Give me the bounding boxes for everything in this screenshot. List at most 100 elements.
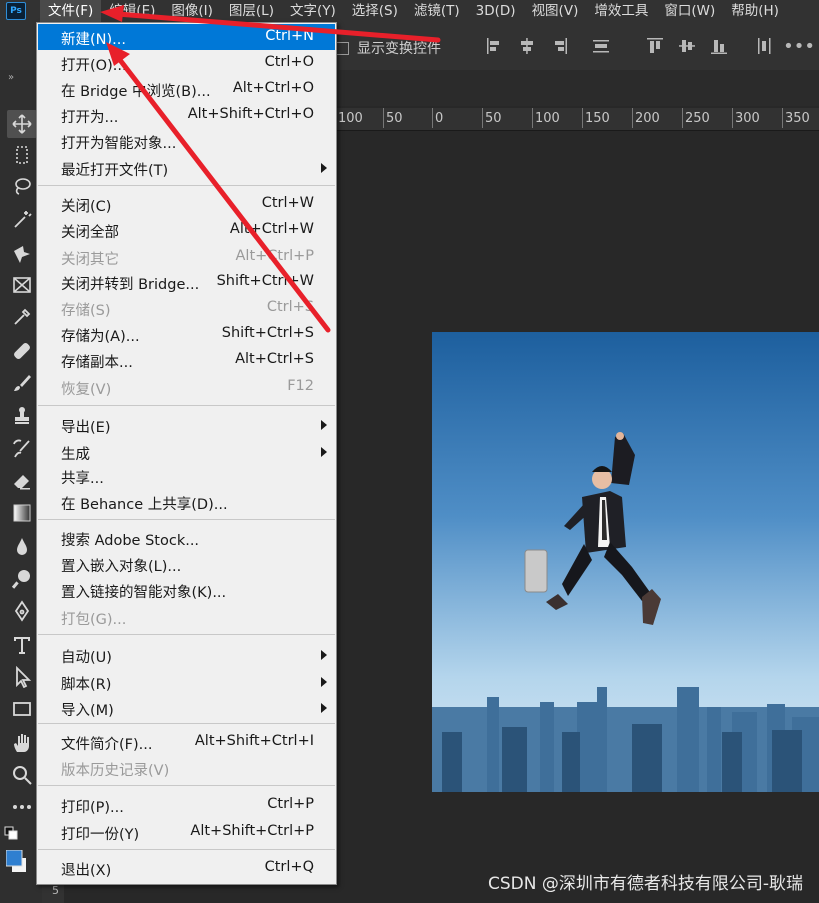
menu-item-automate[interactable]: 自动(U) <box>38 642 335 668</box>
menu-type[interactable]: 文字(Y) <box>282 0 344 22</box>
blur-tool-icon[interactable] <box>11 536 33 558</box>
pen-tool-icon[interactable] <box>11 600 33 622</box>
menu-item-generate[interactable]: 生成 <box>38 439 335 465</box>
ruler-tick: 300 <box>732 108 760 128</box>
zoom-tool-icon[interactable] <box>11 764 33 786</box>
align-top-edges-icon[interactable] <box>646 36 664 56</box>
menu-item-file-info[interactable]: 文件简介(F)... Alt+Shift+Ctrl+I <box>38 729 335 755</box>
menu-separator <box>38 785 335 786</box>
document-canvas-image[interactable] <box>432 332 819 792</box>
magic-wand-tool-icon[interactable] <box>11 208 33 230</box>
menu-item-browse-in-bridge[interactable]: 在 Bridge 中浏览(B)... Alt+Ctrl+O <box>38 76 335 102</box>
marquee-tool-icon[interactable] <box>11 144 33 166</box>
more-options-icon[interactable]: ••• <box>783 36 815 57</box>
dodge-tool-icon[interactable] <box>11 568 33 590</box>
menu-separator <box>38 519 335 520</box>
menu-item-close-and-go-to-bridge[interactable]: 关闭并转到 Bridge... Shift+Ctrl+W <box>38 269 335 295</box>
menu-help[interactable]: 帮助(H) <box>723 0 787 22</box>
document-tab-bar <box>335 70 819 106</box>
menu-item-close[interactable]: 关闭(C) Ctrl+W <box>38 191 335 217</box>
menu-item-place-linked[interactable]: 置入链接的智能对象(K)... <box>38 577 335 603</box>
menu-window[interactable]: 窗口(W) <box>656 0 723 22</box>
move-tool-icon[interactable] <box>7 110 37 138</box>
submenu-arrow-icon <box>321 163 327 173</box>
menu-item-open[interactable]: 打开(O)... Ctrl+O <box>38 50 335 76</box>
watermark-text: CSDN @深圳市有德者科技有限公司-耿瑞 <box>487 874 803 894</box>
menu-file[interactable]: 文件(F) <box>40 0 102 22</box>
align-vertical-centers-icon[interactable] <box>678 36 696 56</box>
align-bottom-edges-icon[interactable] <box>710 36 728 56</box>
menu-plugins[interactable]: 增效工具 <box>586 0 656 22</box>
more-tools-icon[interactable] <box>11 796 33 818</box>
menu-item-scripts[interactable]: 脚本(R) <box>38 669 335 695</box>
ruler-tick: 100 <box>335 108 363 128</box>
hand-tool-icon[interactable] <box>11 732 33 754</box>
history-brush-tool-icon[interactable] <box>11 438 33 460</box>
menu-image[interactable]: 图像(I) <box>163 0 221 22</box>
foreground-color-swatch[interactable] <box>5 849 28 872</box>
menu-item-new[interactable]: 新建(N)... Ctrl+N <box>38 24 335 50</box>
ruler-tick: 350 <box>782 108 810 128</box>
brush-tool-icon[interactable] <box>11 372 33 394</box>
menu-item-close-all[interactable]: 关闭全部 Alt+Ctrl+W <box>38 217 335 243</box>
menu-edit[interactable]: 编辑(E) <box>101 0 163 22</box>
file-menu-dropdown: 新建(N)... Ctrl+N 打开(O)... Ctrl+O 在 Bridge 中… <box>36 22 337 885</box>
ruler-tick: 50 <box>482 108 502 128</box>
panel-collapse-icon[interactable]: » <box>8 72 14 83</box>
submenu-arrow-icon <box>321 650 327 660</box>
menu-item-save-copy[interactable]: 存储副本... Alt+Ctrl+S <box>38 347 335 373</box>
rectangle-tool-icon[interactable] <box>11 698 33 720</box>
default-colors-icon[interactable] <box>4 826 20 842</box>
menu-item-share[interactable]: 共享... <box>38 463 335 489</box>
eraser-tool-icon[interactable] <box>11 470 33 492</box>
menu-bar: Ps 文件(F) 编辑(E) 图像(I) 图层(L) 文字(Y) 选择(S) 滤… <box>0 0 819 22</box>
ruler-tick: 250 <box>682 108 710 128</box>
show-transform-checkbox[interactable] <box>336 41 349 55</box>
lasso-tool-icon[interactable] <box>11 176 33 198</box>
healing-brush-tool-icon[interactable] <box>11 340 33 362</box>
distribute-vertical-icon[interactable] <box>592 36 610 56</box>
menu-item-print[interactable]: 打印(P)... Ctrl+P <box>38 792 335 818</box>
photoshop-logo: Ps <box>6 2 26 20</box>
menu-item-open-recent[interactable]: 最近打开文件(T) <box>38 155 335 181</box>
ruler-tick: 0 <box>432 108 443 128</box>
menu-item-print-one-copy[interactable]: 打印一份(Y) Alt+Shift+Ctrl+P <box>38 819 335 845</box>
show-transform-label: 显示变换控件 <box>357 41 441 57</box>
menu-item-open-as[interactable]: 打开为... Alt+Shift+Ctrl+O <box>38 102 335 128</box>
clone-stamp-tool-icon[interactable] <box>11 404 33 426</box>
eyedropper-tool-icon[interactable] <box>11 306 33 328</box>
ruler-tick: 200 <box>632 108 660 128</box>
menu-item-open-as-smart-object[interactable]: 打开为智能对象... <box>38 128 335 154</box>
menu-view[interactable]: 视图(V) <box>524 0 587 22</box>
menu-item-export[interactable]: 导出(E) <box>38 412 335 438</box>
vertical-ruler-label: 5 <box>52 884 59 897</box>
menu-item-share-on-behance[interactable]: 在 Behance 上共享(D)... <box>38 489 335 515</box>
frame-tool-icon[interactable] <box>11 274 33 296</box>
crop-tool-icon[interactable] <box>11 242 33 264</box>
gradient-tool-icon[interactable] <box>11 502 33 524</box>
menu-item-close-others: 关闭其它 Alt+Ctrl+P <box>61 248 314 268</box>
menu-item-version-history: 版本历史记录(V) <box>61 763 170 779</box>
menu-select[interactable]: 选择(S) <box>344 0 406 22</box>
align-right-edges-icon[interactable] <box>550 36 568 56</box>
menu-item-import[interactable]: 导入(M) <box>38 695 335 721</box>
menu-layer[interactable]: 图层(L) <box>221 0 282 22</box>
align-horizontal-centers-icon[interactable] <box>518 36 536 56</box>
type-tool-icon[interactable] <box>11 634 33 656</box>
show-transform-controls[interactable]: 显示变换控件 <box>336 38 441 58</box>
menu-separator <box>38 185 335 186</box>
submenu-arrow-icon <box>321 703 327 713</box>
submenu-arrow-icon <box>321 420 327 430</box>
menu-3d[interactable]: 3D(D) <box>468 0 524 22</box>
menu-item-place-embedded[interactable]: 置入嵌入对象(L)... <box>38 551 335 577</box>
menu-item-revert: 恢复(V) F12 <box>61 378 314 398</box>
ruler-tick: 50 <box>383 108 403 128</box>
align-left-edges-icon[interactable] <box>486 36 504 56</box>
menu-item-save-as[interactable]: 存储为(A)... Shift+Ctrl+S <box>38 321 335 347</box>
distribute-horizontal-icon[interactable] <box>755 36 773 56</box>
menu-filter[interactable]: 滤镜(T) <box>406 0 468 22</box>
ruler-tick: 150 <box>582 108 610 128</box>
path-selection-tool-icon[interactable] <box>11 665 33 689</box>
menu-item-exit[interactable]: 退出(X) Ctrl+Q <box>38 855 335 881</box>
menu-item-search-adobe-stock[interactable]: 搜索 Adobe Stock... <box>38 525 335 551</box>
